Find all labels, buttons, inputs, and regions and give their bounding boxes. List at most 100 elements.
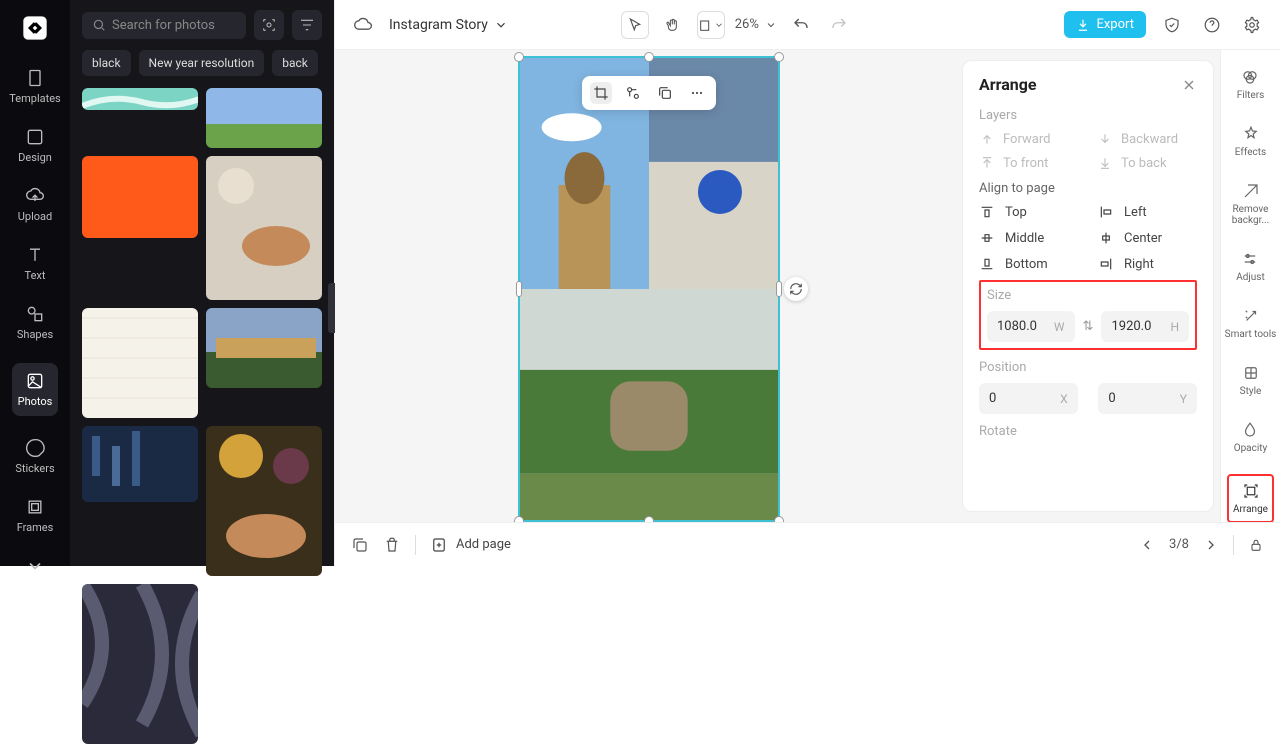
photo-thumb[interactable] [206,426,322,576]
align-right[interactable]: Right [1098,256,1197,272]
cursor-tool[interactable] [621,11,649,39]
selection-handle[interactable] [774,52,784,62]
canvas-image-bridge[interactable] [520,289,778,520]
rail-photos[interactable]: Photos [12,363,59,416]
align-center[interactable]: Center [1098,230,1197,246]
duplicate-page-icon[interactable] [351,536,369,554]
selection-handle[interactable] [514,516,524,522]
x-input[interactable]: 0X [979,383,1078,414]
canvas-wrapper[interactable] [335,50,962,522]
delete-page-icon[interactable] [383,536,401,554]
search-icon [92,18,106,32]
photo-thumb[interactable] [82,88,198,110]
selection-handle[interactable] [516,281,522,297]
align-label: Align to page [979,181,1197,196]
photo-thumb[interactable] [206,308,322,388]
close-icon[interactable] [1181,77,1197,93]
filter-button[interactable] [292,10,322,40]
rail-stickers[interactable]: Stickers [15,438,54,475]
arrange-panel: Arrange Layers Forward Backward To front… [962,60,1214,512]
duplicate-tool[interactable] [654,82,676,104]
rr-style[interactable]: Style [1238,360,1264,401]
rail-shapes[interactable]: Shapes [17,304,53,341]
story-canvas[interactable] [518,56,780,522]
rr-filters[interactable]: Filters [1235,64,1267,105]
rr-remove-bg[interactable]: Remove backgr... [1221,178,1280,230]
chip-row: black New year resolution back [82,50,322,76]
hand-tool[interactable] [659,11,687,39]
align-bottom[interactable]: Bottom [979,256,1078,272]
selection-handle[interactable] [776,281,782,297]
width-input[interactable]: 1080.0W [987,311,1075,342]
align-top[interactable]: Top [979,204,1078,220]
photo-thumb[interactable] [82,426,198,502]
layer-forward[interactable]: Forward [979,131,1079,147]
main-column: Instagram Story 26% Export [334,0,1280,566]
help-icon[interactable] [1198,11,1226,39]
add-page-button[interactable]: Add page [430,536,511,554]
rr-opacity[interactable]: Opacity [1232,417,1270,458]
right-tool-rail: Filters Effects Remove backgr... Adjust … [1220,50,1280,522]
app-logo[interactable] [19,14,51,42]
replace-tool[interactable] [622,82,644,104]
y-input[interactable]: 0Y [1098,383,1197,414]
redo-button[interactable] [825,11,853,39]
selection-handle[interactable] [644,52,654,62]
workarea: Arrange Layers Forward Backward To front… [335,50,1280,522]
selection-handle[interactable] [774,516,784,522]
search-input[interactable]: Search for photos [82,12,246,39]
layer-to-front[interactable]: To front [979,155,1079,171]
crop-tool[interactable] [590,82,612,104]
rail-more[interactable] [25,556,45,576]
rotate-label: Rotate [979,424,1197,439]
layers-label: Layers [979,108,1197,123]
align-middle[interactable]: Middle [979,230,1078,246]
photo-thumb[interactable] [206,88,322,148]
next-page-button[interactable] [1203,537,1219,553]
topbar: Instagram Story 26% Export [335,0,1280,50]
size-section-highlight: Size 1080.0W ⇅ 1920.0H [979,280,1197,350]
rr-smart-tools[interactable]: Smart tools [1223,303,1279,344]
photo-thumb[interactable] [82,308,198,418]
rail-frames[interactable]: Frames [17,497,54,534]
height-input[interactable]: 1920.0H [1101,311,1189,342]
selection-handle[interactable] [644,516,654,522]
photo-thumb[interactable] [206,156,322,300]
layer-to-back[interactable]: To back [1097,155,1197,171]
rr-arrange[interactable]: Arrange [1227,474,1274,522]
chevron-down-icon [494,18,508,32]
rail-upload[interactable]: Upload [18,186,52,223]
selection-toolbar [582,76,716,110]
zoom-control[interactable]: 26% [735,17,777,32]
photo-thumb[interactable] [82,156,198,238]
lock-icon[interactable] [1248,537,1264,553]
image-search-button[interactable] [254,10,284,40]
refresh-button[interactable] [784,277,808,301]
chip-back[interactable]: back [272,50,318,76]
download-icon [1076,18,1090,32]
undo-button[interactable] [787,11,815,39]
chevron-down-icon [765,19,777,31]
project-title[interactable]: Instagram Story [389,17,508,33]
settings-icon[interactable] [1238,11,1266,39]
resize-dropdown[interactable] [697,11,725,39]
cloud-sync-icon[interactable] [349,11,377,39]
shield-icon[interactable] [1158,11,1186,39]
rail-templates[interactable]: Templates [9,68,60,105]
prev-page-button[interactable] [1139,537,1155,553]
rail-design[interactable]: Design [18,127,52,164]
rr-effects[interactable]: Effects [1233,121,1268,162]
selection-handle[interactable] [514,52,524,62]
page-indicator: 3/8 [1169,537,1189,552]
photo-thumb[interactable] [82,584,198,744]
align-left[interactable]: Left [1098,204,1197,220]
rail-text[interactable]: Text [25,245,46,282]
more-tool[interactable] [686,82,708,104]
chip-new-year[interactable]: New year resolution [139,50,265,76]
chip-black[interactable]: black [82,50,131,76]
rr-adjust[interactable]: Adjust [1234,246,1267,287]
link-dimensions-icon[interactable]: ⇅ [1083,319,1094,334]
layer-backward[interactable]: Backward [1097,131,1197,147]
export-button[interactable]: Export [1064,11,1146,38]
left-tool-rail: Templates Design Upload Text Shapes Phot… [0,0,70,566]
